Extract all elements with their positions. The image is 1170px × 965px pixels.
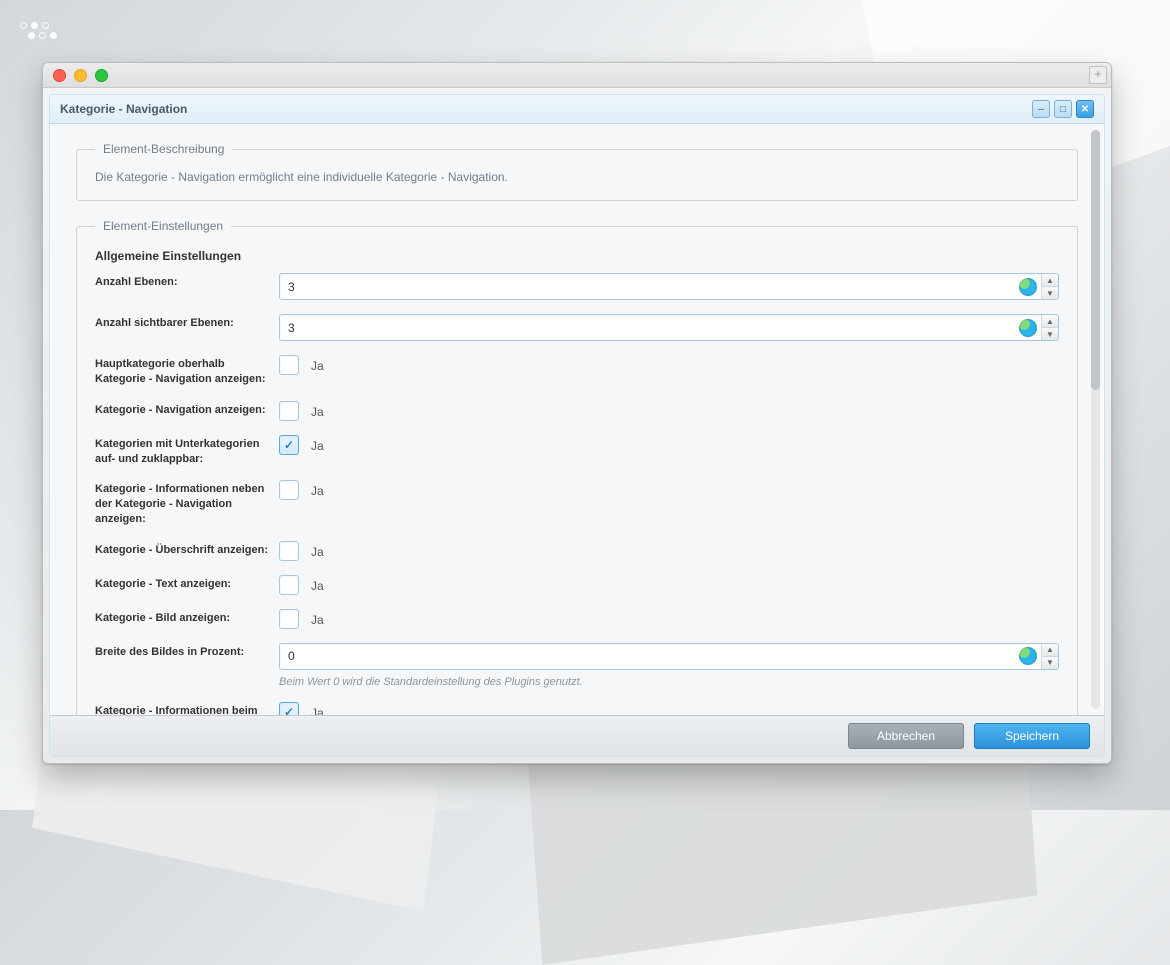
checkbox-show-heading[interactable] <box>279 541 299 561</box>
globe-icon[interactable] <box>1019 319 1037 337</box>
label-visible-levels: Anzahl sichtbarer Ebenen: <box>95 314 279 331</box>
image-width-field: ▲ ▼ <box>279 643 1059 670</box>
checkbox-label: Ja <box>311 577 324 593</box>
globe-icon[interactable] <box>1019 278 1037 296</box>
label-info-beside: Kategorie - Informationen neben der Kate… <box>95 480 279 527</box>
general-settings-heading: Allgemeine Einstellungen <box>95 249 1059 263</box>
spinner-up-button[interactable]: ▲ <box>1042 644 1058 657</box>
visible-levels-input[interactable] <box>280 321 1019 335</box>
row-visible-levels: Anzahl sichtbarer Ebenen: ▲ ▼ <box>95 314 1059 341</box>
os-zoom-button[interactable] <box>95 69 108 82</box>
label-image-width: Breite des Bildes in Prozent: <box>95 643 279 660</box>
label-show-heading: Kategorie - Überschrift anzeigen: <box>95 541 279 558</box>
checkbox-label: Ja <box>311 482 324 498</box>
spinner-down-button[interactable]: ▼ <box>1042 657 1058 669</box>
checkbox-label: Ja <box>311 611 324 627</box>
checkbox-hover-update[interactable] <box>279 702 299 715</box>
spinner-down-button[interactable]: ▼ <box>1042 287 1058 299</box>
settings-fieldset: Element-Einstellungen Allgemeine Einstel… <box>76 219 1078 715</box>
spinner-up-button[interactable]: ▲ <box>1042 315 1058 328</box>
os-minimize-button[interactable] <box>74 69 87 82</box>
description-legend: Element-Beschreibung <box>95 142 232 156</box>
row-levels: Anzahl Ebenen: ▲ ▼ <box>95 273 1059 300</box>
checkbox-main-cat-above[interactable] <box>279 355 299 375</box>
checkbox-label: Ja <box>311 543 324 559</box>
levels-field: ▲ ▼ <box>279 273 1059 300</box>
image-width-input[interactable] <box>280 649 1019 663</box>
label-main-cat-above: Hauptkategorie oberhalb Kategorie - Navi… <box>95 355 279 387</box>
checkbox-show-text[interactable] <box>279 575 299 595</box>
checkbox-label: Ja <box>311 437 324 453</box>
description-fieldset: Element-Beschreibung Die Kategorie - Nav… <box>76 142 1078 201</box>
logo-icon <box>20 22 57 39</box>
row-show-image: Kategorie - Bild anzeigen: Ja <box>95 609 1059 629</box>
row-info-beside: Kategorie - Informationen neben der Kate… <box>95 480 1059 527</box>
label-show-image: Kategorie - Bild anzeigen: <box>95 609 279 626</box>
row-collapsible: Kategorien mit Unterkategorien auf- und … <box>95 435 1059 467</box>
application-window: + Kategorie - Navigation – □ ✕ Element-B… <box>42 62 1112 764</box>
checkbox-label: Ja <box>311 704 324 715</box>
row-main-cat-above: Hauptkategorie oberhalb Kategorie - Navi… <box>95 355 1059 387</box>
spinner-down-button[interactable]: ▼ <box>1042 328 1058 340</box>
dialog-title: Kategorie - Navigation <box>60 102 187 116</box>
label-levels: Anzahl Ebenen: <box>95 273 279 290</box>
spinner-up-button[interactable]: ▲ <box>1042 274 1058 287</box>
scrollbar-thumb[interactable] <box>1091 130 1100 390</box>
dialog-footer: Abbrechen Speichern <box>50 715 1104 756</box>
label-show-nav: Kategorie - Navigation anzeigen: <box>95 401 279 418</box>
checkbox-label: Ja <box>311 357 324 373</box>
image-width-help: Beim Wert 0 wird die Standardeinstellung… <box>279 676 1059 688</box>
row-image-width: Breite des Bildes in Prozent: ▲ ▼ Beim W… <box>95 643 1059 688</box>
checkbox-show-image[interactable] <box>279 609 299 629</box>
new-tab-button[interactable]: + <box>1089 66 1107 84</box>
checkbox-collapsible[interactable] <box>279 435 299 455</box>
checkbox-show-nav[interactable] <box>279 401 299 421</box>
globe-icon[interactable] <box>1019 647 1037 665</box>
label-hover-update: Kategorie - Informationen beim Hover übe… <box>95 702 279 715</box>
save-button[interactable]: Speichern <box>974 723 1090 749</box>
levels-input[interactable] <box>280 280 1019 294</box>
row-hover-update: Kategorie - Informationen beim Hover übe… <box>95 702 1059 715</box>
description-text: Die Kategorie - Navigation ermöglicht ei… <box>95 170 1059 184</box>
checkbox-info-beside[interactable] <box>279 480 299 500</box>
row-show-text: Kategorie - Text anzeigen: Ja <box>95 575 1059 595</box>
window-minimize-button[interactable]: – <box>1032 100 1050 118</box>
visible-levels-field: ▲ ▼ <box>279 314 1059 341</box>
row-show-nav: Kategorie - Navigation anzeigen: Ja <box>95 401 1059 421</box>
dialog-body: Element-Beschreibung Die Kategorie - Nav… <box>50 124 1104 715</box>
label-show-text: Kategorie - Text anzeigen: <box>95 575 279 592</box>
window-maximize-button[interactable]: □ <box>1054 100 1072 118</box>
dialog-header: Kategorie - Navigation – □ ✕ <box>50 95 1104 124</box>
label-collapsible: Kategorien mit Unterkategorien auf- und … <box>95 435 279 467</box>
checkbox-label: Ja <box>311 403 324 419</box>
row-show-heading: Kategorie - Überschrift anzeigen: Ja <box>95 541 1059 561</box>
os-titlebar: + <box>43 63 1111 88</box>
scrollbar[interactable] <box>1091 130 1100 709</box>
dialog-panel: Kategorie - Navigation – □ ✕ Element-Bes… <box>49 94 1105 757</box>
settings-legend: Element-Einstellungen <box>95 219 231 233</box>
window-close-button[interactable]: ✕ <box>1076 100 1094 118</box>
os-close-button[interactable] <box>53 69 66 82</box>
cancel-button[interactable]: Abbrechen <box>848 723 964 749</box>
